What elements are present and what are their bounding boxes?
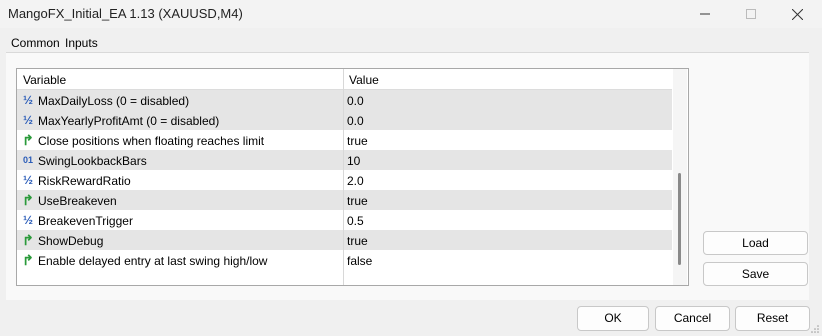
grid-row[interactable]: ½ MaxDailyLoss (0 = disabled) 0.0: [17, 90, 672, 111]
scrollbar-thumb[interactable]: [678, 173, 681, 265]
row-value[interactable]: 2.0: [347, 174, 364, 188]
save-button[interactable]: Save: [703, 262, 808, 286]
window-title: MangoFX_Initial_EA 1.13 (XAUUSD,M4): [8, 6, 243, 21]
grid-row[interactable]: ↱ Close positions when floating reaches …: [17, 130, 672, 151]
grid-row[interactable]: ½ BreakevenTrigger 0.5: [17, 210, 672, 231]
resize-grip-icon[interactable]: [810, 324, 820, 334]
maximize-icon: [746, 9, 756, 19]
column-divider[interactable]: [343, 69, 344, 285]
row-value[interactable]: 10: [347, 154, 360, 168]
tab-bar: Common Inputs: [0, 30, 822, 54]
minimize-icon: [700, 13, 710, 15]
half-icon: ½: [22, 93, 33, 107]
row-value[interactable]: true: [347, 134, 368, 148]
tab-common[interactable]: Common: [11, 36, 60, 50]
grid-row[interactable]: ½ MaxYearlyProfitAmt (0 = disabled) 0.0: [17, 110, 672, 131]
row-value[interactable]: 0.0: [347, 114, 364, 128]
minimize-button[interactable]: [682, 0, 728, 28]
bool-arrow-icon: ↱: [22, 132, 34, 148]
int-icon: 01: [22, 155, 33, 165]
grid-row[interactable]: ↱ Enable delayed entry at last swing hig…: [17, 250, 672, 271]
grid-row[interactable]: ↱ UseBreakeven true: [17, 190, 672, 211]
column-header-variable[interactable]: Variable: [23, 73, 66, 87]
row-variable: BreakevenTrigger: [38, 214, 133, 228]
bool-arrow-icon: ↱: [22, 232, 34, 248]
row-variable: MaxDailyLoss (0 = disabled): [38, 94, 190, 108]
half-icon: ½: [22, 113, 33, 127]
grid-row[interactable]: ↱ ShowDebug true: [17, 230, 672, 251]
cancel-button[interactable]: Cancel: [655, 306, 730, 331]
row-variable: RiskRewardRatio: [38, 174, 131, 188]
column-header-value[interactable]: Value: [349, 73, 379, 87]
half-icon: ½: [22, 173, 33, 187]
inputs-grid: Variable Value ½ MaxDailyLoss (0 = disab…: [16, 68, 689, 286]
close-button[interactable]: [774, 0, 820, 28]
row-value[interactable]: 0.0: [347, 94, 364, 108]
row-variable: UseBreakeven: [38, 194, 117, 208]
row-variable: Close positions when floating reaches li…: [38, 134, 265, 148]
row-value[interactable]: 0.5: [347, 214, 364, 228]
bool-arrow-icon: ↱: [22, 252, 34, 268]
bool-arrow-icon: ↱: [22, 192, 34, 208]
close-icon: [791, 8, 803, 20]
half-icon: ½: [22, 213, 33, 227]
ok-button[interactable]: OK: [577, 306, 649, 331]
row-variable: Enable delayed entry at last swing high/…: [38, 254, 268, 268]
reset-button[interactable]: Reset: [735, 306, 810, 331]
title-bar: MangoFX_Initial_EA 1.13 (XAUUSD,M4): [0, 0, 822, 28]
row-value[interactable]: false: [347, 254, 372, 268]
row-variable: SwingLookbackBars: [38, 154, 147, 168]
grid-row[interactable]: ½ RiskRewardRatio 2.0: [17, 170, 672, 191]
grid-row[interactable]: 01 SwingLookbackBars 10: [17, 150, 672, 171]
load-button[interactable]: Load: [703, 231, 808, 255]
row-value[interactable]: true: [347, 194, 368, 208]
row-value[interactable]: true: [347, 234, 368, 248]
grid-header: Variable Value: [17, 69, 672, 90]
vertical-scrollbar[interactable]: [673, 69, 687, 285]
inputs-panel: Variable Value ½ MaxDailyLoss (0 = disab…: [6, 52, 809, 300]
maximize-button[interactable]: [728, 0, 774, 28]
row-variable: ShowDebug: [38, 234, 104, 248]
row-variable: MaxYearlyProfitAmt (0 = disabled): [38, 114, 220, 128]
